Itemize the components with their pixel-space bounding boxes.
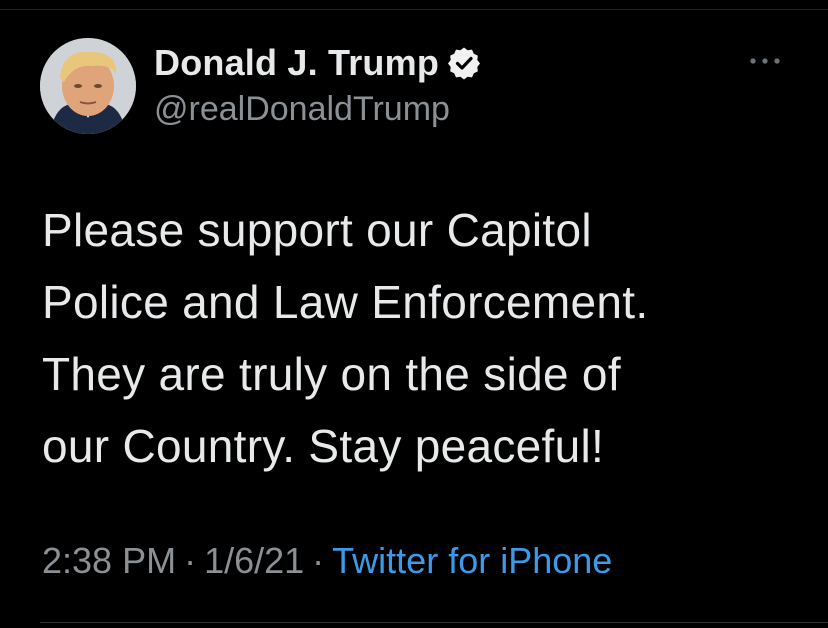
tweet-text-line: Please support our Capitol (42, 204, 592, 256)
tweet-header: Donald J. Trump @realDonaldTrump (40, 38, 800, 134)
meta-separator: · (184, 540, 197, 581)
tweet-date[interactable]: 1/6/21 (204, 540, 304, 581)
tweet-text-line: They are truly on the side of (42, 348, 621, 400)
display-name-row: Donald J. Trump (154, 42, 481, 84)
meta-separator: · (312, 540, 325, 581)
user-handle[interactable]: @realDonaldTrump (154, 90, 481, 129)
more-options-icon[interactable] (748, 56, 782, 66)
tweet-text-line: our Country. Stay peaceful! (42, 420, 605, 472)
verified-badge-icon (448, 47, 481, 80)
tweet-meta: 2:38 PM · 1/6/21 · Twitter for iPhone (42, 540, 612, 582)
avatar[interactable] (40, 38, 136, 134)
avatar-image (40, 38, 136, 134)
user-names: Donald J. Trump @realDonaldTrump (154, 42, 481, 129)
tweet-source-link[interactable]: Twitter for iPhone (332, 540, 612, 581)
tweet-time[interactable]: 2:38 PM (42, 540, 176, 581)
tweet-text-line: Police and Law Enforcement. (42, 276, 649, 328)
top-divider (0, 0, 828, 10)
tweet-text: Please support our Capitol Police and La… (42, 194, 802, 482)
display-name[interactable]: Donald J. Trump (154, 42, 439, 84)
bottom-divider (40, 622, 828, 623)
